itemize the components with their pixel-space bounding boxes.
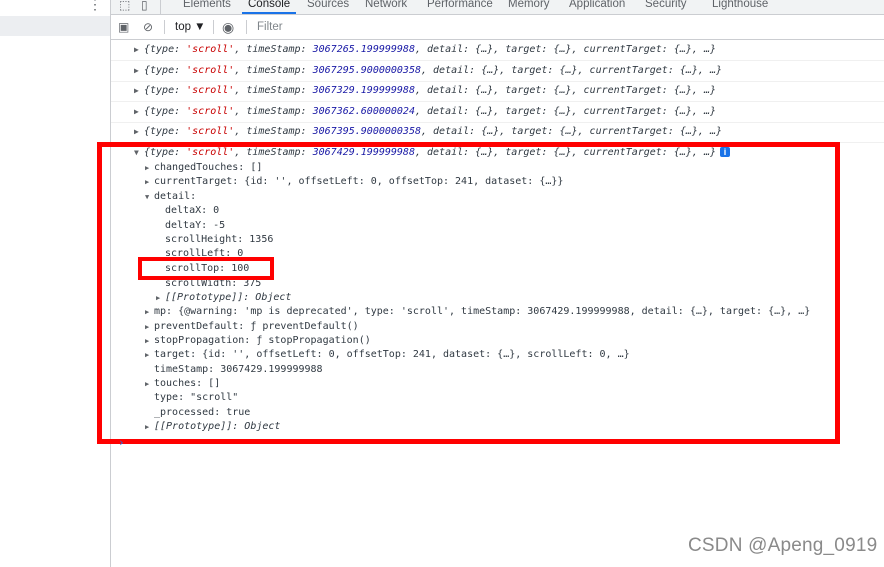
expand-triangle-icon[interactable]: ▶ <box>134 122 139 142</box>
log-row[interactable]: ▶ {type: 'scroll', timeStamp: 3067362.60… <box>111 102 884 123</box>
live-expression-eye-icon[interactable]: ◉ <box>222 19 234 35</box>
divider <box>246 20 247 34</box>
expand-triangle-icon[interactable]: ▶ <box>134 61 139 81</box>
log-row[interactable]: ▶ {type: 'scroll', timeStamp: 3067265.19… <box>111 40 884 61</box>
divider <box>213 20 214 34</box>
show-sidebar-icon[interactable]: ▣ <box>118 19 129 35</box>
tab-network[interactable]: Network <box>365 0 407 11</box>
tab-application[interactable]: Application <box>569 0 625 11</box>
tab-sources[interactable]: Sources <box>307 0 349 11</box>
log-row[interactable]: ▶ {type: 'scroll', timeStamp: 3067295.90… <box>111 61 884 82</box>
tab-console[interactable]: Console <box>241 0 297 14</box>
console-prompt[interactable]: › <box>118 436 125 449</box>
tab-lighthouse[interactable]: Lighthouse <box>712 0 768 11</box>
highlight-box-scrolltop <box>138 257 274 280</box>
divider <box>160 0 161 14</box>
divider <box>164 20 165 34</box>
context-selector[interactable]: top ▼ <box>175 19 206 35</box>
watermark: CSDN @Apeng_0919 <box>688 535 878 556</box>
filter-input[interactable]: Filter <box>257 19 283 35</box>
more-options-icon[interactable]: ⋮ <box>88 0 102 11</box>
console-toolbar: ▣ ⊘ top ▼ ◉ Filter <box>111 15 884 40</box>
tab-elements[interactable]: Elements <box>183 0 231 11</box>
selected-row <box>0 16 110 36</box>
tab-security[interactable]: Security <box>645 0 687 11</box>
page-pane: ⋮ <box>0 0 111 567</box>
clear-console-icon[interactable]: ⊘ <box>143 19 153 35</box>
highlight-box-event <box>97 142 840 444</box>
expand-triangle-icon[interactable]: ▶ <box>134 40 139 60</box>
log-row[interactable]: ▶ {type: 'scroll', timeStamp: 3067329.19… <box>111 81 884 102</box>
inspect-element-icon[interactable]: ⬚ <box>119 0 130 12</box>
log-row[interactable]: ▶ {type: 'scroll', timeStamp: 3067395.90… <box>111 122 884 143</box>
tab-performance[interactable]: Performance <box>427 0 493 11</box>
tab-memory[interactable]: Memory <box>508 0 550 11</box>
devtools-tabbar: ⬚ ▯ Elements Console Sources Network Per… <box>111 0 884 15</box>
expand-triangle-icon[interactable]: ▶ <box>134 81 139 101</box>
device-toolbar-icon[interactable]: ▯ <box>141 0 148 12</box>
expand-triangle-icon[interactable]: ▶ <box>134 102 139 122</box>
